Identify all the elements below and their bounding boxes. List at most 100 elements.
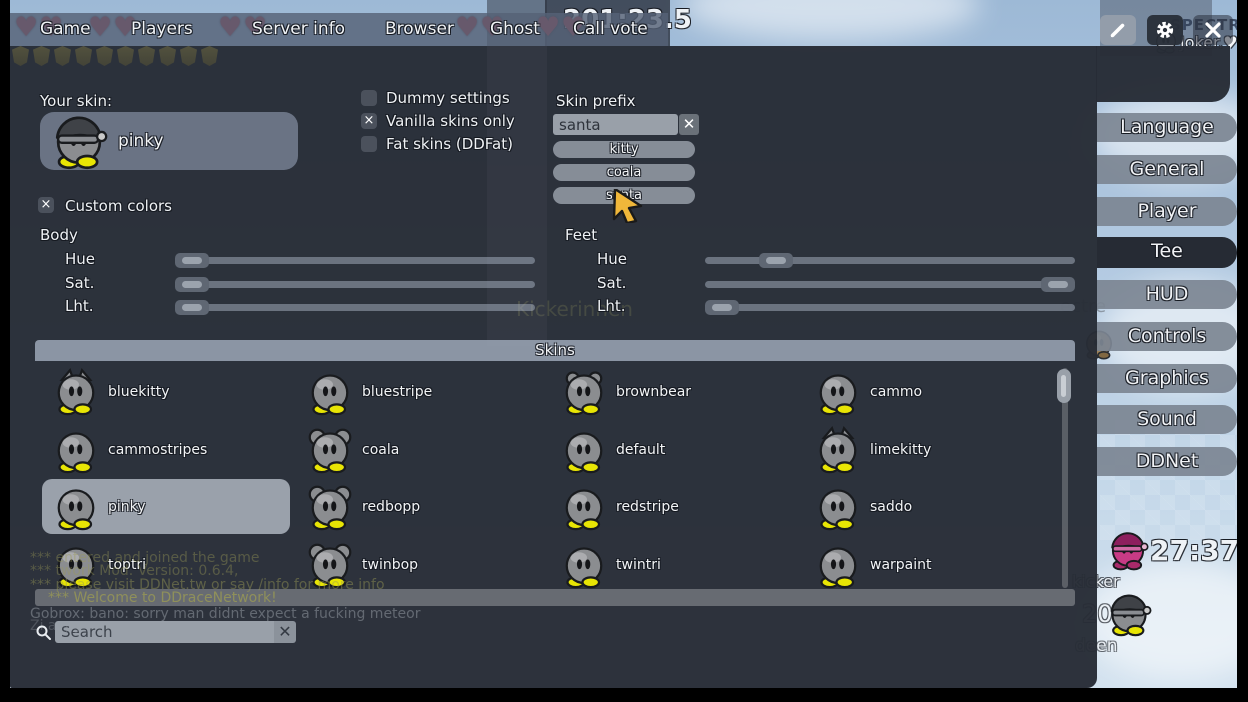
skin-item-limekitty[interactable]: limekitty bbox=[804, 422, 1052, 477]
skin-tee-icon bbox=[814, 368, 862, 416]
skin-prefix-input[interactable] bbox=[553, 114, 678, 135]
quit-button[interactable] bbox=[1193, 15, 1233, 45]
skin-item-bluestripe[interactable]: bluestripe bbox=[296, 364, 544, 419]
skin-item-coala[interactable]: coala bbox=[296, 422, 544, 477]
skin-item-redbopp[interactable]: redbopp bbox=[296, 479, 544, 534]
skin-name-pinky: pinky bbox=[108, 499, 146, 515]
skin-item-saddo[interactable]: saddo bbox=[804, 479, 1052, 534]
skin-name-bluestripe: bluestripe bbox=[362, 384, 432, 400]
prefix-option-kitty[interactable]: kitty bbox=[553, 141, 695, 158]
feet-lht-slider-handle[interactable] bbox=[705, 300, 739, 315]
menu-item-game[interactable]: Game bbox=[40, 19, 91, 39]
your-skin-label: Your skin: bbox=[40, 92, 112, 110]
close-icon bbox=[1205, 22, 1221, 38]
skin-name-warpaint: warpaint bbox=[870, 557, 932, 573]
checkbox-dummy-settings[interactable] bbox=[361, 90, 377, 106]
sidebar-tab-graphics[interactable]: Graphics bbox=[1097, 364, 1237, 393]
body-sat-slider-label: Sat. bbox=[65, 274, 94, 292]
skin-name-twinbop: twinbop bbox=[362, 557, 418, 573]
skin-item-redstripe[interactable]: redstripe bbox=[550, 479, 798, 534]
feet-hue-slider-label: Hue bbox=[597, 250, 627, 268]
body-sat-slider-track[interactable] bbox=[175, 281, 535, 288]
letterbox-left bbox=[0, 0, 10, 702]
menu-item-server-info[interactable]: Server info bbox=[252, 19, 345, 39]
body-lht-slider-handle[interactable] bbox=[175, 300, 209, 315]
skin-tee-icon bbox=[52, 426, 100, 474]
app-window: 201:23.5 SPECTRUM Joker.♥ 27:37 kicker 2… bbox=[0, 0, 1248, 702]
feet-lht-slider-label: Lht. bbox=[597, 297, 626, 315]
feet-sat-slider-label: Sat. bbox=[597, 274, 626, 292]
chat-line: Gobrox: bano: sorry man didnt expect a f… bbox=[30, 606, 420, 622]
skin-tee-icon bbox=[814, 541, 862, 589]
skin-tee-icon bbox=[814, 483, 862, 531]
settings-button[interactable] bbox=[1147, 15, 1183, 45]
body-lht-slider-track[interactable] bbox=[175, 304, 535, 311]
spectate-time: 27:37 bbox=[1150, 534, 1239, 567]
sidebar-tab-general[interactable]: General bbox=[1097, 155, 1237, 184]
skin-name-default: default bbox=[616, 442, 665, 458]
sidebar-tab-tee[interactable]: Tee bbox=[1097, 237, 1237, 268]
skin-name-bluekitty: bluekitty bbox=[108, 384, 170, 400]
body-hue-slider-label: Hue bbox=[65, 250, 95, 268]
feet-lht-slider-track[interactable] bbox=[705, 304, 1075, 311]
skin-item-pinky[interactable]: pinky bbox=[42, 479, 290, 534]
skin-name-redbopp: redbopp bbox=[362, 499, 420, 515]
cursor-arrow-icon bbox=[612, 189, 644, 223]
sidebar-tab-hud[interactable]: HUD bbox=[1097, 280, 1237, 309]
skin-tee-icon bbox=[52, 483, 100, 531]
sidebar-tab-language[interactable]: Language bbox=[1097, 113, 1237, 142]
menu-item-ghost[interactable]: Ghost bbox=[490, 19, 540, 39]
skin-item-twintri[interactable]: twintri bbox=[550, 537, 798, 592]
skin-name-twintri: twintri bbox=[616, 557, 661, 573]
letterbox-right bbox=[1237, 0, 1248, 702]
skin-item-warpaint[interactable]: warpaint bbox=[804, 537, 1052, 592]
sidebar-tab-controls[interactable]: Controls bbox=[1097, 322, 1237, 351]
skin-name-redstripe: redstripe bbox=[616, 499, 679, 515]
feet-hue-slider-handle[interactable] bbox=[759, 253, 793, 268]
skin-item-bluekitty[interactable]: bluekitty bbox=[42, 364, 290, 419]
skin-tee-icon bbox=[560, 368, 608, 416]
menu-item-players[interactable]: Players bbox=[131, 19, 193, 39]
checkbox-fat-skins-ddfat[interactable] bbox=[361, 136, 377, 152]
pencil-icon bbox=[1109, 21, 1127, 39]
feet-section-label: Feet bbox=[565, 226, 597, 244]
gear-icon bbox=[1155, 20, 1175, 40]
sidebar-tab-player[interactable]: Player bbox=[1097, 197, 1237, 226]
checkbox-label-vanilla-skins-only: Vanilla skins only bbox=[386, 112, 515, 130]
skin-preview-tee bbox=[50, 112, 108, 174]
skin-name-coala: coala bbox=[362, 442, 399, 458]
body-hue-slider-track[interactable] bbox=[175, 257, 535, 264]
search-input[interactable] bbox=[55, 621, 279, 643]
skins-scrollbar-handle[interactable] bbox=[1057, 369, 1071, 403]
skin-prefix-label: Skin prefix bbox=[556, 92, 636, 110]
feet-sat-slider-track[interactable] bbox=[705, 281, 1075, 288]
checkbox-label-dummy-settings: Dummy settings bbox=[386, 89, 510, 107]
body-hue-slider-handle[interactable] bbox=[175, 253, 209, 268]
skin-item-brownbear[interactable]: brownbear bbox=[550, 364, 798, 419]
feet-sat-slider-handle[interactable] bbox=[1041, 277, 1075, 292]
skin-item-cammostripes[interactable]: cammostripes bbox=[42, 422, 290, 477]
spectating-tee-gray bbox=[1106, 591, 1152, 641]
skin-tee-icon bbox=[560, 483, 608, 531]
search-clear-button[interactable]: ✕ bbox=[274, 621, 296, 643]
skin-prefix-clear-button[interactable]: ✕ bbox=[679, 114, 699, 135]
spectating-tee-pink bbox=[1107, 529, 1149, 575]
skin-tee-icon bbox=[306, 368, 354, 416]
skin-tee-icon bbox=[306, 483, 354, 531]
search-icon bbox=[35, 624, 52, 641]
prefix-option-coala[interactable]: coala bbox=[553, 164, 695, 181]
sidebar-tab-ddnet[interactable]: DDNet bbox=[1097, 447, 1237, 476]
custom-colors-checkbox[interactable]: × bbox=[38, 197, 54, 213]
skin-item-default[interactable]: default bbox=[550, 422, 798, 477]
skin-tee-icon bbox=[560, 541, 608, 589]
sidebar-tab-sound[interactable]: Sound bbox=[1097, 405, 1237, 434]
body-lht-slider-label: Lht. bbox=[65, 297, 94, 315]
menu-item-browser[interactable]: Browser bbox=[385, 19, 454, 39]
checkbox-vanilla-skins-only[interactable]: × bbox=[361, 113, 377, 129]
skin-tee-icon bbox=[814, 426, 862, 474]
skin-name-cammo: cammo bbox=[870, 384, 922, 400]
menu-item-call-vote[interactable]: Call vote bbox=[573, 19, 648, 39]
editor-button[interactable] bbox=[1100, 15, 1136, 45]
skin-item-cammo[interactable]: cammo bbox=[804, 364, 1052, 419]
body-sat-slider-handle[interactable] bbox=[175, 277, 209, 292]
